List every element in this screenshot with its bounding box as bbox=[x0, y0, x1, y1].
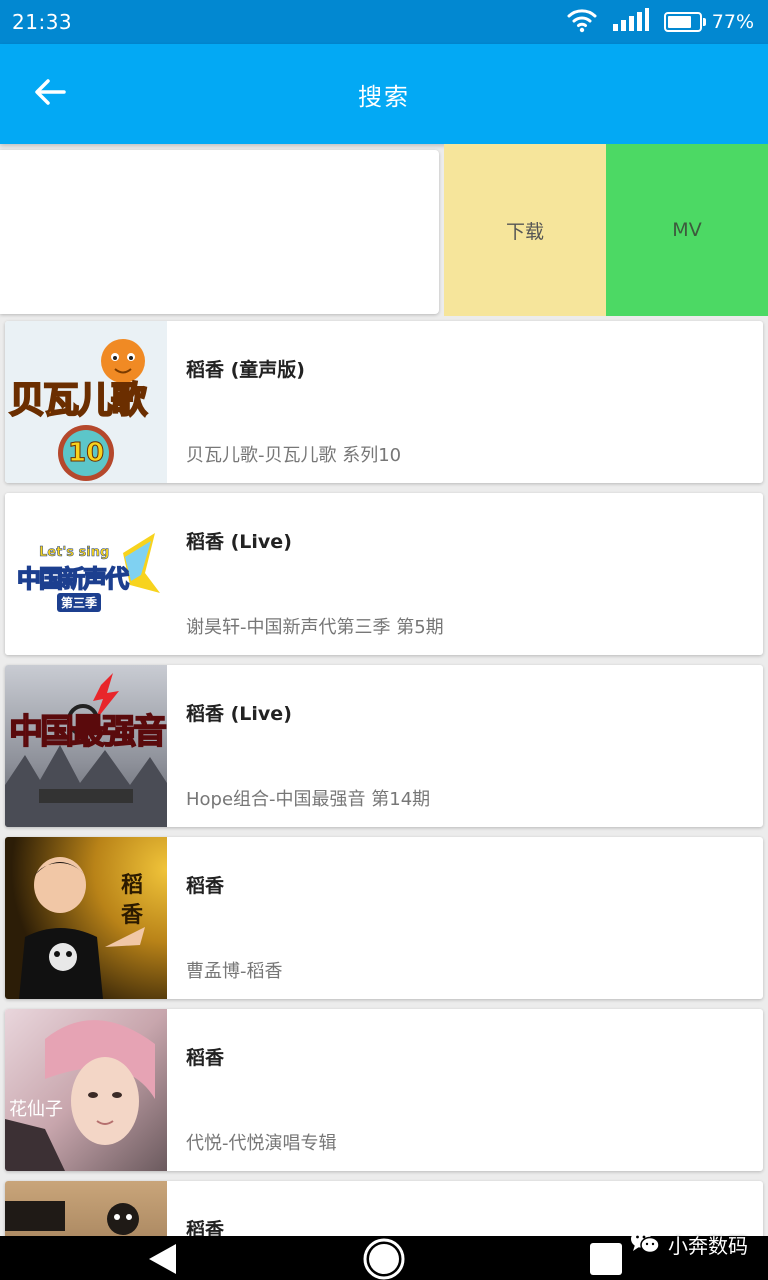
song-title: 稻香 bbox=[186, 875, 225, 897]
song-artist-album: Hope组合-中国最强音 第14期 bbox=[186, 789, 431, 810]
song-title: 稻香 (Live) bbox=[186, 531, 292, 553]
result-item[interactable]: 花仙子 稻香 代悦-代悦演唱专辑 bbox=[5, 1009, 763, 1171]
mv-button[interactable]: MV bbox=[606, 144, 768, 316]
song-info: 稻香 曹孟博-稻香 bbox=[167, 837, 763, 999]
nav-back-icon[interactable] bbox=[146, 1242, 178, 1280]
cover-badge: 10 bbox=[67, 438, 105, 469]
app-bar: 搜索 bbox=[0, 44, 768, 144]
back-button[interactable] bbox=[24, 68, 76, 120]
song-title: 稻香 (童声版) bbox=[186, 359, 305, 381]
nav-home-icon[interactable] bbox=[362, 1237, 406, 1280]
song-info: 稻香 代悦-代悦演唱专辑 bbox=[167, 1009, 763, 1171]
watermark: 小奔数码 bbox=[630, 1229, 748, 1260]
nav-recent-icon[interactable] bbox=[590, 1243, 622, 1275]
watermark-text: 小奔数码 bbox=[668, 1234, 748, 1258]
wifi-icon bbox=[566, 7, 598, 37]
cover-small-text: Let's sing bbox=[39, 545, 110, 561]
battery-level bbox=[667, 16, 691, 28]
album-cover: 稻香 bbox=[5, 837, 167, 999]
download-button[interactable]: 下载 bbox=[444, 144, 606, 316]
swiped-card[interactable] bbox=[0, 150, 439, 314]
song-artist-album: 代悦-代悦演唱专辑 bbox=[186, 1133, 337, 1154]
result-item[interactable]: Let's sing 中国新声代 第三季 稻香 (Live) 谢昊轩-中国新声代… bbox=[5, 493, 763, 655]
album-cover: 贝瓦儿歌 10 bbox=[5, 321, 167, 483]
status-time: 21:33 bbox=[12, 10, 73, 34]
cover-text: 中国最强音 bbox=[8, 712, 167, 752]
status-icons: 77% bbox=[566, 7, 754, 37]
cover-text: 中国新声代 bbox=[16, 564, 130, 594]
cover-text: 贝瓦儿歌 bbox=[8, 379, 148, 422]
battery-percent: 77% bbox=[711, 11, 754, 33]
result-item[interactable]: 中国最强音 稻香 (Live) Hope组合-中国最强音 第14期 bbox=[5, 665, 763, 827]
song-artist-album: 曹孟博-稻香 bbox=[186, 961, 283, 982]
cover-badge: 第三季 bbox=[57, 593, 102, 612]
swiped-result-row: 下载 MV bbox=[0, 144, 768, 316]
album-cover: 花仙子 bbox=[5, 1009, 167, 1171]
album-cover: 中国最强音 bbox=[5, 665, 167, 827]
result-item[interactable]: 稻香 稻香 曹孟博-稻香 bbox=[5, 837, 763, 999]
song-info: 稻香 (Live) Hope组合-中国最强音 第14期 bbox=[167, 665, 763, 827]
cover-text: 花仙子 bbox=[9, 1099, 63, 1120]
album-cover: Let's sing 中国新声代 第三季 bbox=[5, 493, 167, 655]
song-title: 稻香 bbox=[186, 1047, 225, 1069]
signal-icon bbox=[612, 8, 650, 36]
song-title: 稻香 (Live) bbox=[186, 703, 292, 725]
song-artist-album: 贝瓦儿歌-贝瓦儿歌 系列10 bbox=[186, 445, 402, 466]
page-title: 搜索 bbox=[358, 82, 410, 111]
search-result-list: 贝瓦儿歌 10 稻香 (童声版) 贝瓦儿歌-贝瓦儿歌 系列10 Let's si… bbox=[5, 321, 763, 1280]
song-artist-album: 谢昊轩-中国新声代第三季 第5期 bbox=[186, 617, 444, 638]
result-item[interactable]: 贝瓦儿歌 10 稻香 (童声版) 贝瓦儿歌-贝瓦儿歌 系列10 bbox=[5, 321, 763, 483]
cover-text: 稻香 bbox=[121, 873, 144, 928]
song-info: 稻香 (Live) 谢昊轩-中国新声代第三季 第5期 bbox=[167, 493, 763, 655]
wechat-icon bbox=[630, 1229, 660, 1260]
song-info: 稻香 (童声版) 贝瓦儿歌-贝瓦儿歌 系列10 bbox=[167, 321, 763, 483]
battery-icon bbox=[663, 12, 706, 32]
arrow-left-icon bbox=[33, 77, 67, 111]
status-bar: 21:33 77% bbox=[0, 0, 768, 44]
